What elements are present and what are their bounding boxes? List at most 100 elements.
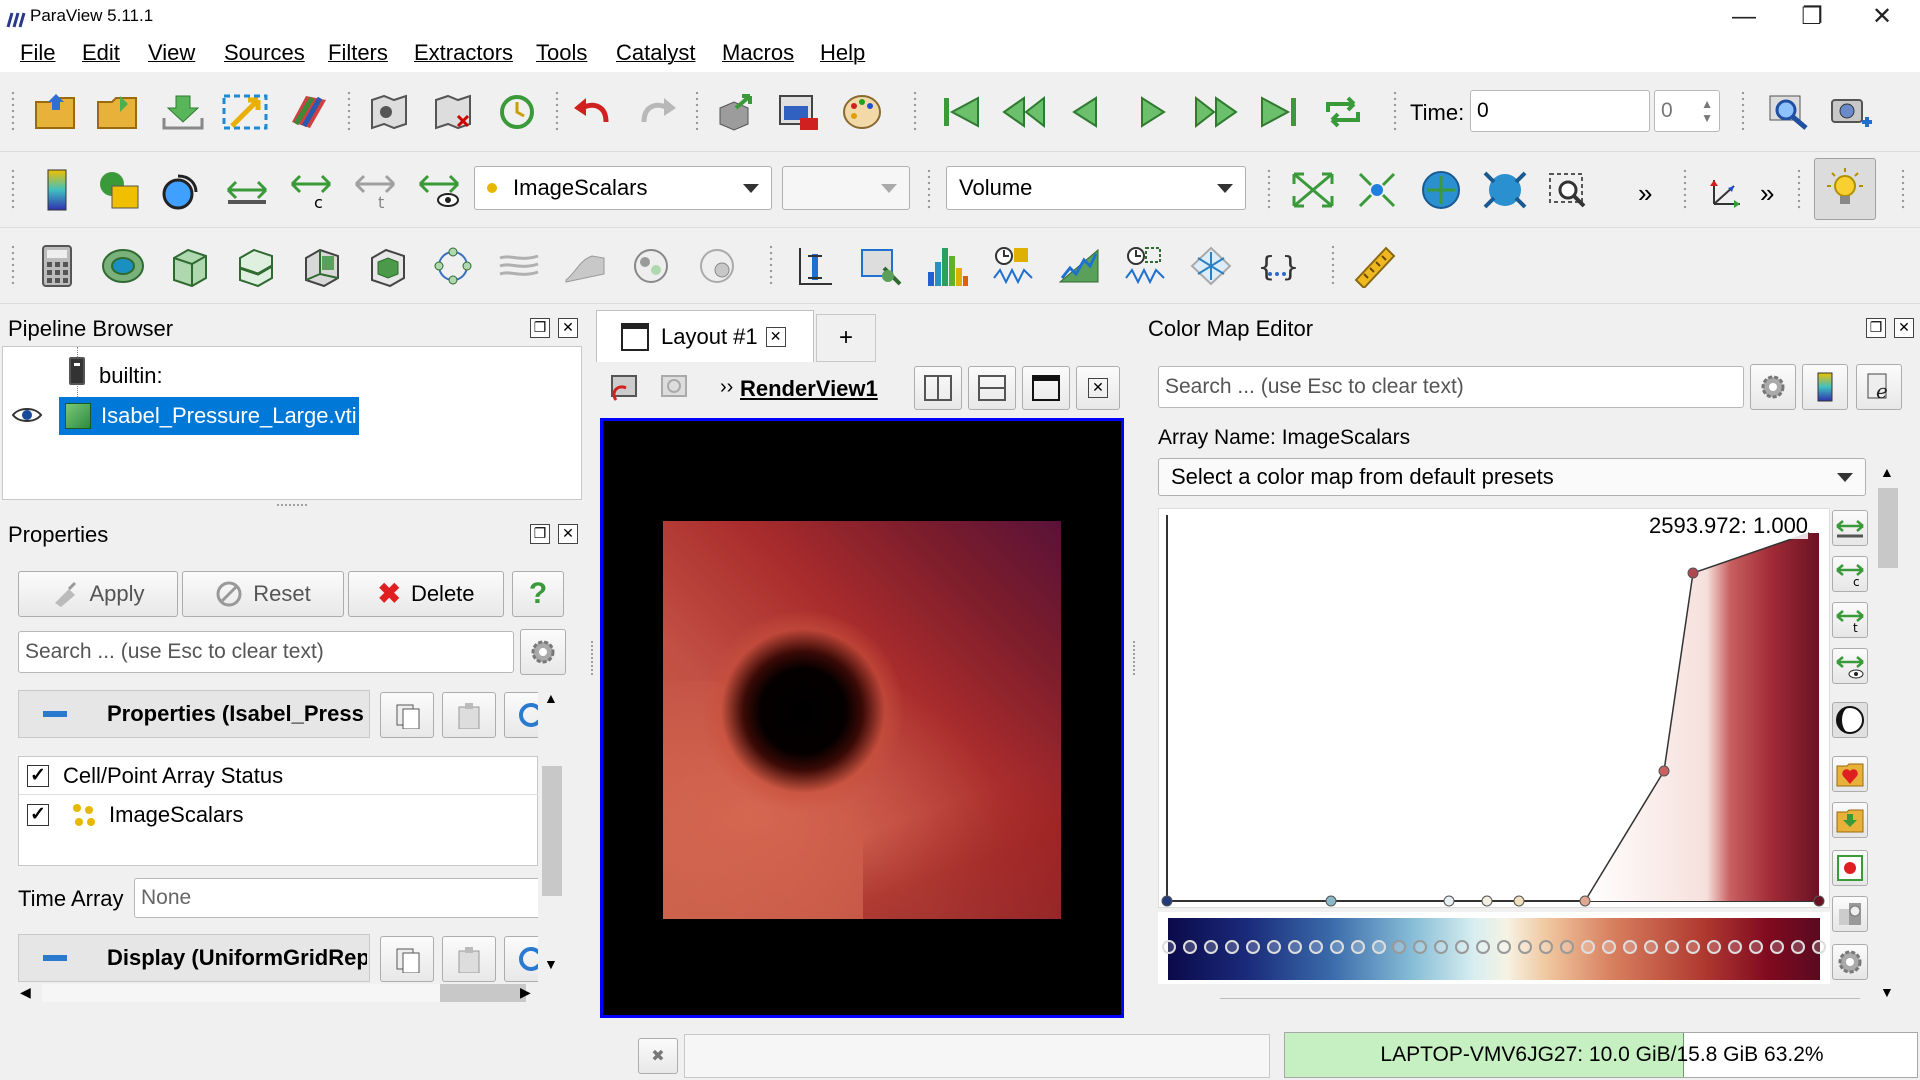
toolbar-grip[interactable] xyxy=(1266,168,1272,212)
header-checkbox[interactable]: ✓ xyxy=(27,764,49,787)
capture-icon[interactable] xyxy=(608,370,642,410)
time-array-select[interactable]: None xyxy=(134,878,538,918)
paste-button[interactable] xyxy=(442,936,496,982)
toolbar-grip[interactable] xyxy=(912,90,918,134)
choose-preset-button[interactable] xyxy=(1832,756,1868,792)
glyph-icon[interactable] xyxy=(426,239,480,293)
stream-tracer-icon[interactable] xyxy=(492,239,546,293)
use-data-histogram-button[interactable] xyxy=(1832,850,1868,886)
edit-color-map-icon[interactable] xyxy=(92,163,146,217)
menu-view[interactable]: View xyxy=(148,40,195,66)
rescale-data-range-button[interactable] xyxy=(1832,510,1868,546)
render-view[interactable] xyxy=(600,418,1124,1018)
annotate-icon[interactable] xyxy=(1184,239,1238,293)
find-data-icon[interactable] xyxy=(362,85,416,139)
palette-icon[interactable] xyxy=(836,85,890,139)
toolbar-grip[interactable] xyxy=(1682,168,1688,212)
extract-subset-icon[interactable] xyxy=(360,239,414,293)
copy-button[interactable] xyxy=(380,692,434,738)
opacity-function-editor[interactable]: 2593.972: 1.000 xyxy=(1158,508,1830,908)
loop-icon[interactable] xyxy=(1316,85,1370,139)
server-label[interactable]: builtin: xyxy=(99,363,163,389)
zoom-to-box-icon[interactable] xyxy=(1542,163,1596,217)
component-select[interactable] xyxy=(782,166,910,210)
calculator-icon[interactable] xyxy=(30,239,84,293)
rescale-to-data-range-icon[interactable] xyxy=(220,163,274,217)
group-datasets-icon[interactable] xyxy=(624,239,678,293)
representation-select[interactable]: Volume xyxy=(946,166,1246,210)
time-input[interactable]: 0 xyxy=(1470,90,1650,132)
close-panel-icon[interactable]: ✕ xyxy=(1894,318,1914,338)
clip-icon[interactable] xyxy=(162,239,216,293)
rescale-temporal-button[interactable]: t xyxy=(1832,602,1868,638)
scroll-up-icon[interactable]: ▲ xyxy=(544,690,558,706)
more-tools-button[interactable]: » xyxy=(1760,178,1774,209)
view-splitter-handle[interactable] xyxy=(1132,640,1136,676)
first-frame-icon[interactable] xyxy=(934,85,988,139)
menu-macros[interactable]: Macros xyxy=(722,40,794,66)
menu-file[interactable]: File xyxy=(20,40,55,66)
probe-location-icon[interactable] xyxy=(854,239,908,293)
toolbar-grip[interactable] xyxy=(10,244,16,288)
capture-disabled-icon[interactable] xyxy=(658,370,692,410)
scroll-left-icon[interactable]: ◀ xyxy=(20,984,31,1001)
reset-camera-icon[interactable] xyxy=(1286,163,1340,217)
disconnect-icon[interactable] xyxy=(282,85,336,139)
view-details-icon[interactable] xyxy=(426,85,480,139)
contour-icon[interactable] xyxy=(96,239,150,293)
reload-button[interactable] xyxy=(504,692,538,738)
advanced-settings-button[interactable] xyxy=(520,629,566,675)
colormap-settings-button[interactable] xyxy=(1750,364,1796,410)
invert-colors-button[interactable] xyxy=(1832,702,1868,738)
advanced-settings-button[interactable] xyxy=(1832,944,1868,980)
save-data-icon[interactable] xyxy=(156,85,210,139)
properties-section-header[interactable]: Properties (Isabel_Press xyxy=(18,690,370,738)
rescale-visible-button[interactable] xyxy=(1832,648,1868,684)
array-checkbox[interactable]: ✓ xyxy=(27,804,49,826)
paste-button[interactable] xyxy=(442,692,496,738)
save-preset-button[interactable] xyxy=(1832,802,1868,838)
array-row[interactable]: ✓ ImageScalars xyxy=(19,797,538,833)
color-function-editor[interactable] xyxy=(1158,912,1830,984)
split-vertical-button[interactable] xyxy=(968,366,1016,410)
float-panel-icon[interactable]: ❐ xyxy=(530,318,550,338)
copy-button[interactable] xyxy=(380,936,434,982)
zoom-closest-icon[interactable] xyxy=(1478,163,1532,217)
minimize-button[interactable]: — xyxy=(1716,2,1772,32)
close-view-button[interactable]: ✕ xyxy=(1076,366,1120,410)
extract-level-icon[interactable] xyxy=(690,239,744,293)
menu-catalyst[interactable]: Catalyst xyxy=(616,40,695,66)
preset-select[interactable]: Select a color map from default presets xyxy=(1158,458,1866,496)
rescale-custom-range-icon[interactable]: c xyxy=(284,163,338,217)
scroll-hthumb-right[interactable] xyxy=(440,984,526,1002)
properties-horizontal-scrollbar[interactable]: ◀ ▶ xyxy=(16,982,538,1004)
close-panel-icon[interactable]: ✕ xyxy=(558,524,578,544)
scroll-down-icon[interactable]: ▼ xyxy=(1880,984,1894,1000)
more-tools-button[interactable]: » xyxy=(1638,178,1652,209)
color-mapping-button[interactable] xyxy=(1832,896,1868,932)
warp-by-vector-icon[interactable] xyxy=(558,239,612,293)
connect-icon[interactable] xyxy=(218,85,272,139)
splitter-handle[interactable] xyxy=(276,503,308,507)
close-panel-icon[interactable]: ✕ xyxy=(558,318,578,338)
float-panel-icon[interactable]: ❐ xyxy=(1866,318,1886,338)
menu-sources[interactable]: Sources xyxy=(224,40,305,66)
memory-indicator[interactable]: LAPTOP-VMV6JG27: 10.0 GiB/15.8 GiB 63.2% xyxy=(1284,1032,1918,1078)
color-by-select[interactable]: ImageScalars xyxy=(474,166,772,210)
toolbar-grip[interactable] xyxy=(1740,90,1746,134)
rescale-over-time-icon[interactable]: t xyxy=(348,163,402,217)
toolbar-grip[interactable] xyxy=(10,90,16,134)
next-frame-icon[interactable] xyxy=(1188,85,1242,139)
undo-icon[interactable] xyxy=(566,85,620,139)
menu-filters[interactable]: Filters xyxy=(328,40,388,66)
scroll-right-icon[interactable]: ▶ xyxy=(520,984,531,1001)
redo-icon[interactable] xyxy=(630,85,684,139)
plot-data-over-time-icon[interactable] xyxy=(986,239,1040,293)
change-interaction-icon[interactable] xyxy=(708,85,762,139)
rescale-visible-range-icon[interactable] xyxy=(412,163,466,217)
color-legend-button[interactable] xyxy=(1802,364,1848,410)
toolbar-grip[interactable] xyxy=(1392,90,1398,134)
zoom-to-data-icon[interactable] xyxy=(1414,163,1468,217)
center-axes-icon[interactable] xyxy=(1700,163,1754,217)
reset-color-map-icon[interactable] xyxy=(156,163,210,217)
